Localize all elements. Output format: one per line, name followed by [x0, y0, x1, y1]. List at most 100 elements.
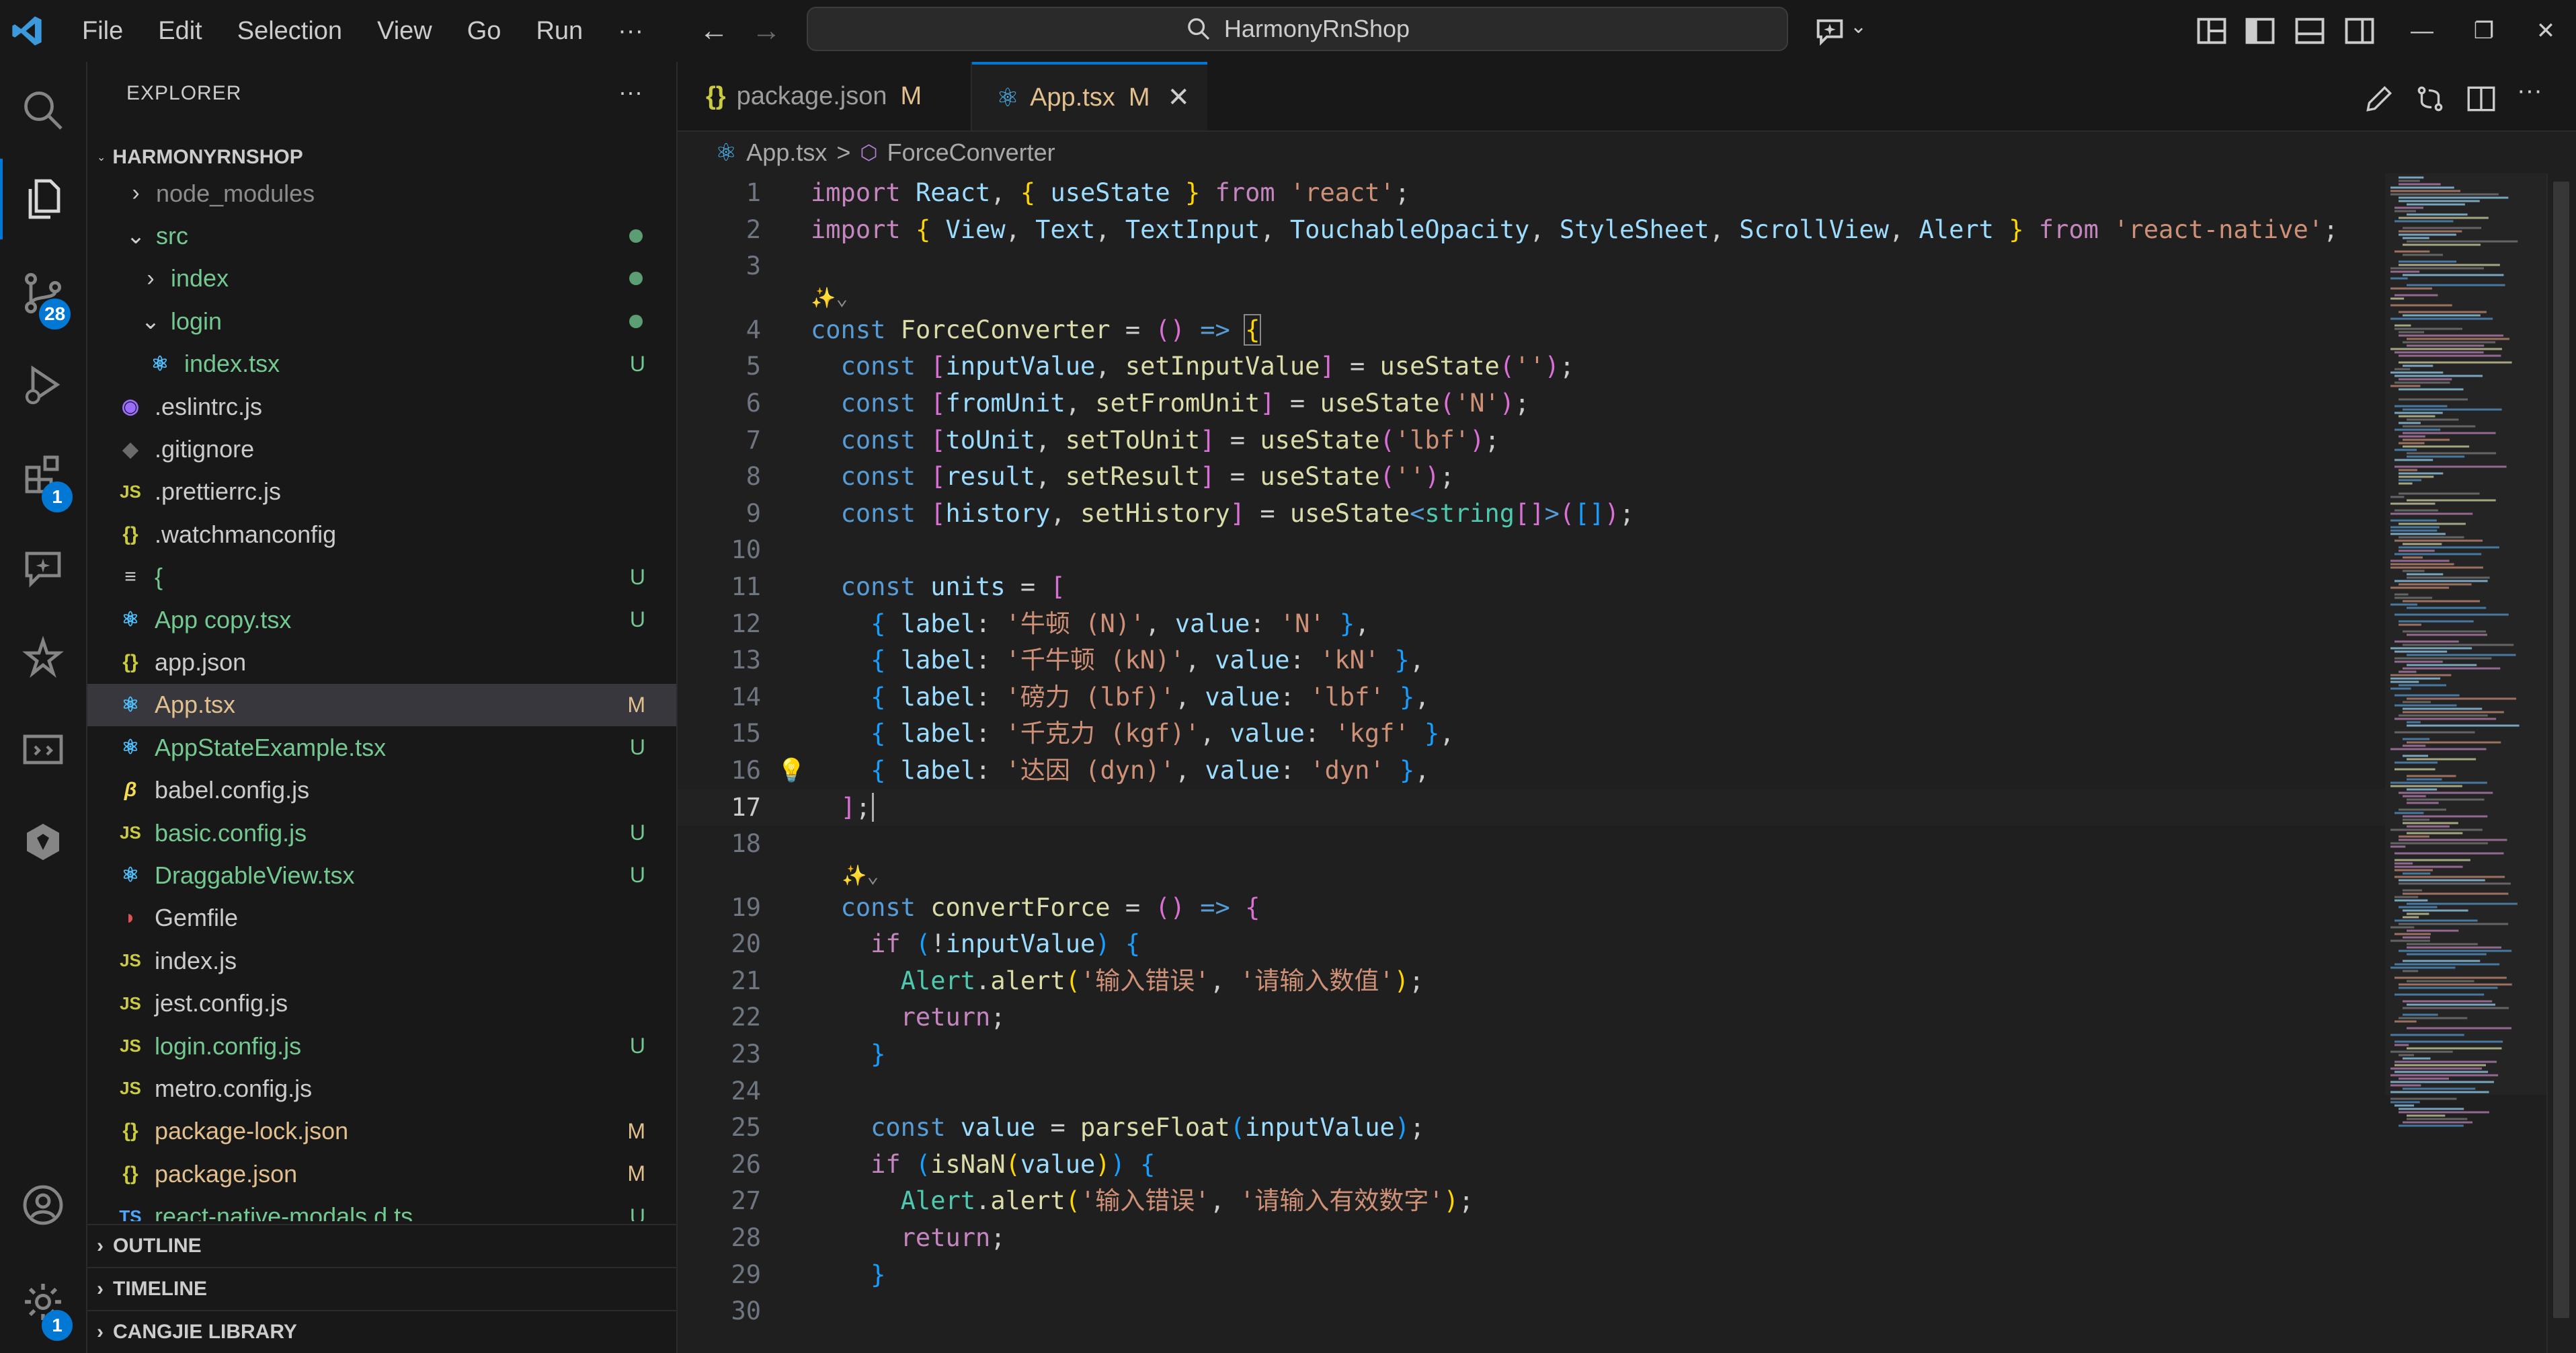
code-line: 24: [731, 1076, 761, 1106]
vscode-logo-icon[interactable]: [9, 13, 44, 48]
minimize-icon[interactable]: —: [2392, 0, 2452, 62]
tree-file-login-index-tsx[interactable]: ⚛ index.tsx U: [87, 343, 676, 385]
tree-item-label: {: [155, 563, 163, 591]
tree-item-label: metro.config.js: [155, 1074, 313, 1102]
section-outline[interactable]: › OUTLINE: [87, 1224, 676, 1267]
tree-file-gemfile[interactable]: ◗ Gemfile: [87, 897, 676, 939]
chat-icon: [25, 551, 61, 588]
edit-pencil-icon[interactable]: [2362, 82, 2396, 116]
activity-accounts[interactable]: [0, 1165, 86, 1245]
js-icon: JS: [120, 481, 141, 502]
js-icon: JS: [120, 950, 141, 971]
toggle-panel-icon[interactable]: [2292, 13, 2327, 48]
tree-file-brace[interactable]: ≡ { U: [87, 556, 676, 598]
menu-file[interactable]: File: [65, 0, 140, 62]
lightbulb-icon[interactable]: 💡: [777, 752, 805, 789]
run-debug-icon: [25, 365, 61, 405]
tree-file-prettierrc[interactable]: JS .prettierrc.js: [87, 471, 676, 513]
tree-file-eslintrc[interactable]: ◉ .eslintrc.js: [87, 385, 676, 428]
chevron-right-icon: ›: [97, 1321, 104, 1343]
tree-file-index-js[interactable]: JS index.js: [87, 939, 676, 982]
tree-folder-src[interactable]: ⌄ src: [87, 215, 676, 257]
activity-explorer[interactable]: [0, 159, 86, 239]
breadcrumb-file[interactable]: App.tsx: [746, 139, 827, 167]
activity-harmony[interactable]: [0, 802, 86, 882]
agent-sparkle-icon[interactable]: ✨⌄: [842, 863, 879, 890]
activity-extensions[interactable]: 1: [0, 433, 86, 514]
toggle-primary-sidebar-icon[interactable]: [2243, 13, 2278, 48]
code-line: 23 }: [731, 1040, 886, 1069]
close-tab-icon[interactable]: ✕: [1167, 82, 1190, 113]
toggle-secondary-sidebar-icon[interactable]: [2342, 13, 2377, 48]
breadcrumb-symbol[interactable]: ForceConverter: [887, 139, 1055, 167]
section-timeline[interactable]: › TIMELINE: [87, 1267, 676, 1310]
menu-more[interactable]: ···: [600, 0, 661, 62]
tree-file-babel-config[interactable]: β babel.config.js: [87, 769, 676, 811]
activity-remote[interactable]: [0, 710, 86, 791]
tab-app-tsx[interactable]: ⚛ App.tsx M ✕: [972, 62, 1207, 130]
minimap[interactable]: [2385, 173, 2546, 1353]
code-line: 16 💡 { label: '达因 (dyn)', value: 'dyn' },: [678, 752, 2385, 789]
menu-selection[interactable]: Selection: [220, 0, 360, 62]
activity-search[interactable]: [0, 70, 86, 151]
codelens[interactable]: ✨⌄: [678, 285, 2385, 312]
tree-file-appstateexample-tsx[interactable]: ⚛ AppStateExample.tsx U: [87, 726, 676, 769]
explorer-more-button[interactable]: ···: [618, 78, 643, 106]
activity-chat[interactable]: [0, 527, 86, 608]
section-cangjie-library[interactable]: › CANGJIE LIBRARY: [87, 1310, 676, 1353]
more-actions-icon[interactable]: ···: [2517, 77, 2542, 106]
menu-view[interactable]: View: [360, 0, 450, 62]
forward-arrow-icon[interactable]: →: [748, 12, 785, 50]
code-editor[interactable]: 1 import React, { useState } from 'react'…: [678, 173, 2385, 1353]
close-window-icon[interactable]: ✕: [2515, 0, 2576, 62]
search-label: HarmonyRnShop: [1223, 15, 1410, 42]
tree-item-label: node_modules: [156, 179, 315, 207]
tree-file-login-config[interactable]: JS login.config.js U: [87, 1025, 676, 1067]
tree-file-watchmanconfig[interactable]: {} .watchmanconfig: [87, 513, 676, 555]
compare-changes-icon[interactable]: [2413, 82, 2447, 116]
js-icon: JS: [120, 993, 141, 1013]
copilot-chat-icon[interactable]: [1812, 13, 1847, 48]
customize-layout-icon[interactable]: [2194, 13, 2229, 48]
tree-folder-login[interactable]: ⌄ login: [87, 300, 676, 342]
agent-sparkle-icon[interactable]: ✨⌄: [811, 285, 848, 312]
tree-file-jest-config[interactable]: JS jest.config.js: [87, 982, 676, 1024]
activity-manage[interactable]: 1: [0, 1262, 86, 1342]
scrollbar-thumb[interactable]: [2553, 182, 2569, 1318]
activity-codegenie[interactable]: [0, 619, 86, 699]
git-status: U: [629, 1034, 645, 1058]
editor-tab-bar: {} package.json M ⚛ App.tsx M ✕ ···: [678, 62, 2576, 132]
tree-file-package-lock-json[interactable]: {} package-lock.json M: [87, 1110, 676, 1153]
tree-file-basic-config[interactable]: JS basic.config.js U: [87, 812, 676, 854]
scm-badge: 28: [39, 299, 71, 330]
tab-package-json[interactable]: {} package.json M: [678, 62, 972, 130]
activity-source-control[interactable]: 28: [0, 253, 86, 334]
tree-file-gitignore[interactable]: ◆ .gitignore: [87, 428, 676, 470]
restore-icon[interactable]: ❐: [2454, 0, 2514, 62]
settings-badge: 1: [42, 1310, 73, 1341]
tree-folder-index[interactable]: › index: [87, 258, 676, 300]
back-arrow-icon[interactable]: ←: [695, 12, 733, 50]
codelens[interactable]: ✨⌄: [678, 863, 2385, 890]
git-status: U: [629, 607, 645, 632]
menu-run[interactable]: Run: [518, 0, 600, 62]
tree-item-label: app.json: [155, 648, 247, 676]
tree-file-app-copy-tsx[interactable]: ⚛ App copy.tsx U: [87, 598, 676, 641]
menu-go[interactable]: Go: [450, 0, 519, 62]
react-icon: ⚛: [121, 736, 140, 759]
chevron-down-icon[interactable]: ⌄: [1850, 15, 1867, 38]
tree-file-package-json[interactable]: {} package.json M: [87, 1153, 676, 1195]
activity-run-debug[interactable]: [0, 344, 86, 425]
command-center-search[interactable]: HarmonyRnShop: [807, 7, 1788, 51]
tree-file-react-native-modals-dts[interactable]: TS react-native-modals.d.ts U: [87, 1195, 676, 1221]
tree-file-app-tsx[interactable]: ⚛ App.tsx M: [87, 683, 676, 727]
tree-file-metro-config[interactable]: JS metro.config.js: [87, 1067, 676, 1110]
activity-bar: 28 1 1: [0, 62, 87, 1353]
menu-edit[interactable]: Edit: [140, 0, 219, 62]
tree-file-draggableview-tsx[interactable]: ⚛ DraggableView.tsx U: [87, 854, 676, 896]
tree-folder-node-modules[interactable]: › node_modules: [87, 172, 676, 215]
tree-file-app-json[interactable]: {} app.json: [87, 641, 676, 683]
code-line: 19 const convertForce = () => {: [731, 892, 1260, 922]
vertical-scrollbar[interactable]: [2546, 173, 2576, 1353]
split-editor-icon[interactable]: [2464, 82, 2498, 116]
